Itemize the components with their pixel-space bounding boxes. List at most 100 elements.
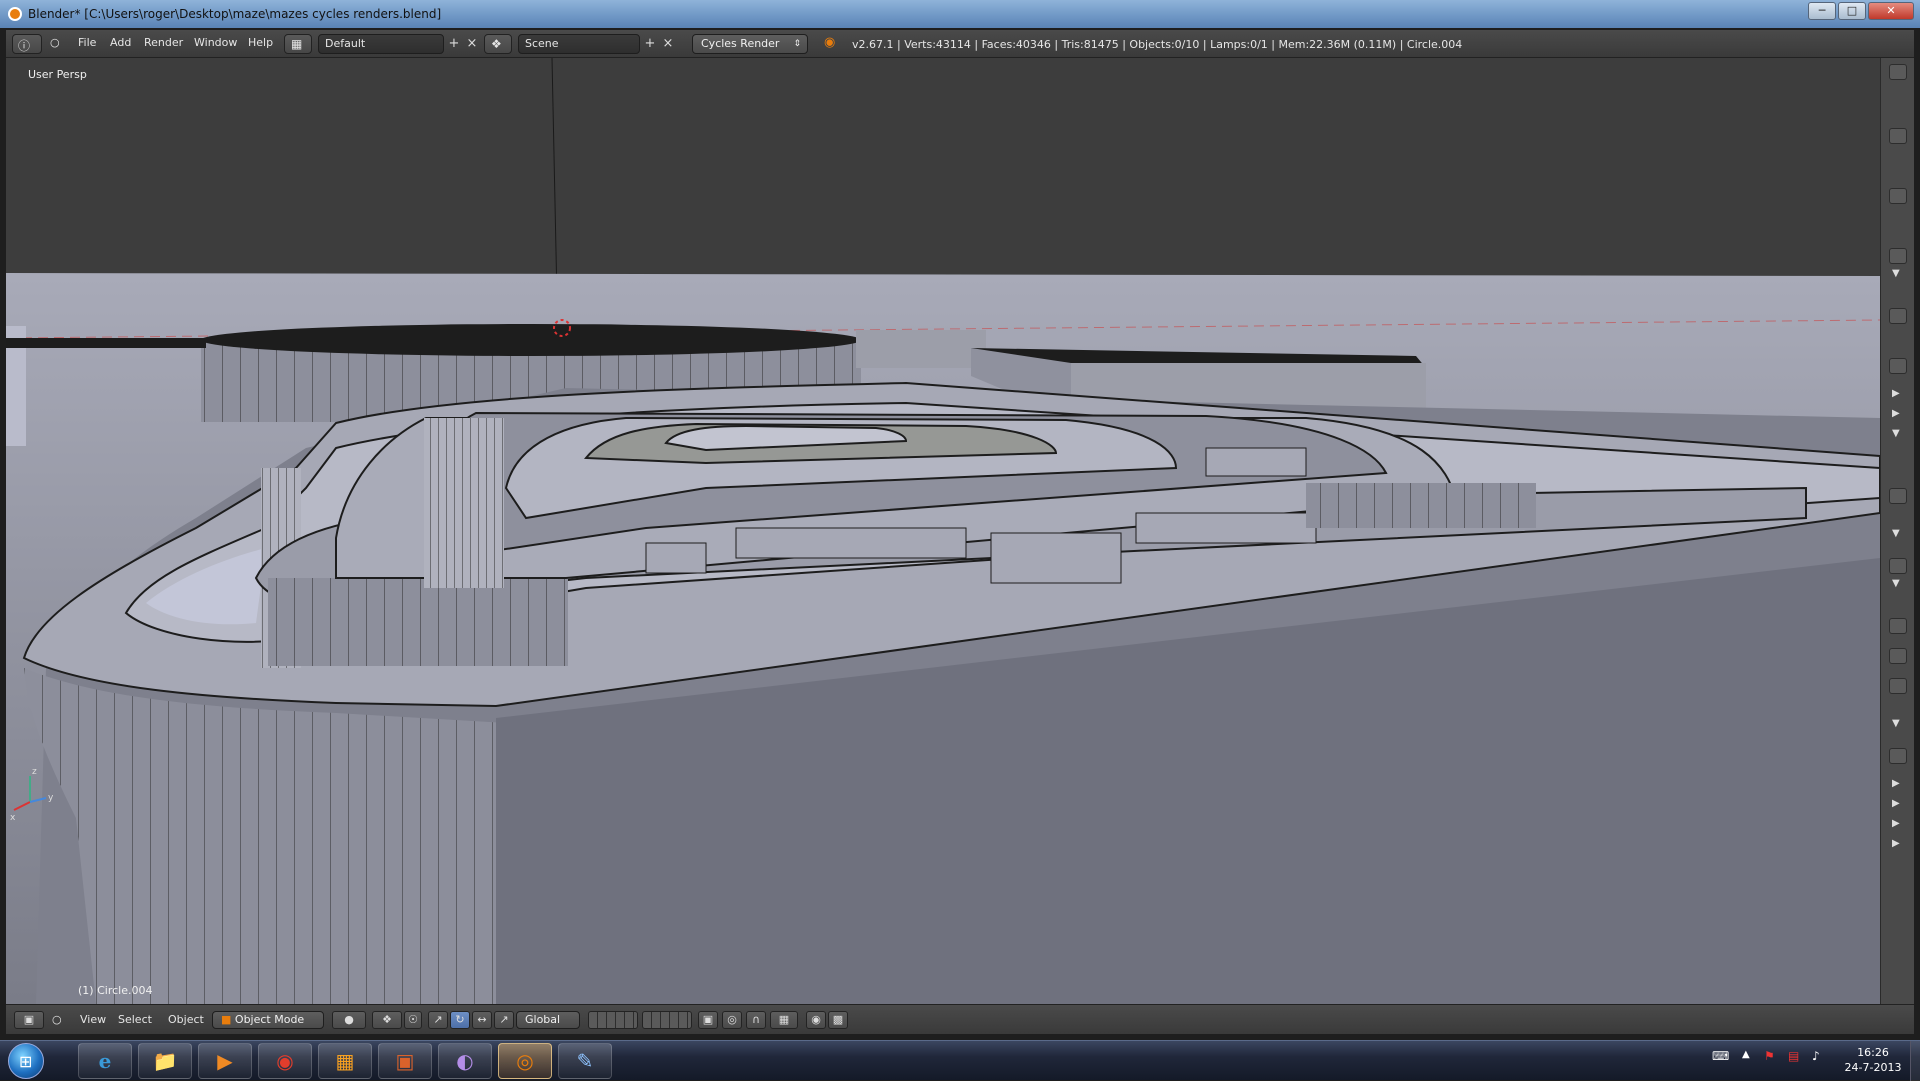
file-explorer-icon[interactable]: 📁 (138, 1043, 192, 1079)
opengl-animation-button[interactable]: ▩ (828, 1011, 848, 1029)
layer-buttons-group-2[interactable] (642, 1011, 692, 1029)
object-mode-icon: ■ (221, 1013, 232, 1026)
editor-type-button[interactable]: ⓘ (12, 34, 42, 54)
modifier-properties-icon[interactable] (1889, 488, 1907, 504)
collapse-menu-icon[interactable]: ○ (50, 36, 60, 49)
scene-properties-icon[interactable] (1889, 248, 1907, 264)
material-properties-icon[interactable] (1889, 558, 1907, 574)
svg-text:z: z (32, 767, 37, 777)
snap-element-icon: ▦ (778, 1013, 790, 1026)
menu-view[interactable]: View (80, 1013, 106, 1026)
interaction-mode-dropdown[interactable]: ■ Object Mode (212, 1011, 324, 1029)
snap-toggle-button[interactable]: ∩ (746, 1011, 766, 1029)
object-properties-icon[interactable] (1889, 308, 1907, 324)
proportional-editing-button[interactable]: ◎ (722, 1011, 742, 1029)
menu-add[interactable]: Add (110, 36, 131, 49)
delete-scene-icon[interactable]: × (660, 35, 676, 53)
maze-ring-3-wall (424, 418, 504, 588)
keyboard-icon[interactable]: ⌨ (1712, 1049, 1729, 1063)
magnet-icon: ∩ (751, 1013, 761, 1026)
volume-icon[interactable]: ♪ (1812, 1049, 1820, 1063)
panel-toggle-icon[interactable] (1889, 64, 1907, 80)
snap-element-button[interactable]: ▦ (770, 1011, 798, 1029)
network-icon[interactable]: ▤ (1788, 1049, 1799, 1063)
manipulator-toggle[interactable]: ☉ (404, 1011, 422, 1029)
inner-block-d (1135, 512, 1317, 544)
screen-layout-field[interactable]: Default (318, 34, 444, 54)
svg-text:x: x (10, 813, 16, 823)
scene-browse-button[interactable]: ❖ (484, 34, 512, 54)
translate-manipulator[interactable]: ↗ (428, 1011, 448, 1029)
close-button[interactable]: ✕ (1868, 2, 1914, 20)
back-block (856, 330, 986, 368)
scale-manipulator[interactable]: ↔ (472, 1011, 492, 1029)
inner-block-e (1306, 483, 1536, 528)
info-header: ⓘ ○ File Add Render Window Help ▦ Defaul… (6, 30, 1914, 58)
add-scene-icon[interactable]: + (642, 35, 658, 53)
menu-help[interactable]: Help (248, 36, 273, 49)
layer-buttons-group-1[interactable] (588, 1011, 638, 1029)
expand-arrow-icon[interactable]: ▼ (1892, 528, 1900, 539)
chrome-icon[interactable]: ◉ (258, 1043, 312, 1079)
menu-window[interactable]: Window (194, 36, 237, 49)
expand-arrow-icon[interactable]: ▶ (1892, 818, 1900, 829)
checkbox-icon[interactable] (1889, 648, 1907, 664)
lock-layers-button[interactable]: ▣ (698, 1011, 718, 1029)
manipulator-icon: ☉ (408, 1013, 418, 1026)
expand-arrow-icon[interactable]: ▶ (1892, 838, 1900, 849)
checkbox-icon[interactable] (1889, 618, 1907, 634)
checkbox-icon[interactable] (1889, 678, 1907, 694)
texture-properties-icon[interactable] (1889, 748, 1907, 764)
expand-arrow-icon[interactable]: ▶ (1892, 798, 1900, 809)
clock-time: 16:26 (1857, 1046, 1889, 1059)
delete-screen-icon[interactable]: × (464, 35, 480, 53)
menu-select[interactable]: Select (118, 1013, 152, 1026)
inner-block-f (1205, 447, 1307, 477)
blender-taskbar-icon[interactable]: ◎ (498, 1043, 552, 1079)
expand-arrow-icon[interactable]: ▼ (1892, 578, 1900, 589)
app-purple-icon[interactable]: ◐ (438, 1043, 492, 1079)
app-orange-icon[interactable]: ▦ (318, 1043, 372, 1079)
show-desktop-button[interactable] (1910, 1041, 1920, 1081)
scene-field[interactable]: Scene (518, 34, 640, 54)
proportional-icon: ◎ (727, 1013, 737, 1026)
menu-file[interactable]: File (78, 36, 96, 49)
render-properties-icon[interactable] (1889, 188, 1907, 204)
system-clock[interactable]: 16:26 24-7-2013 (1838, 1045, 1908, 1075)
opengl-render-button[interactable]: ◉ (806, 1011, 826, 1029)
action-center-flag-icon[interactable]: ⚑ (1764, 1049, 1775, 1063)
snap-arrow-icon: ↗ (499, 1013, 509, 1026)
show-hidden-icons-icon[interactable]: ▲ (1742, 1049, 1750, 1060)
minimize-button[interactable]: ─ (1808, 2, 1836, 20)
screen-layout-browse-button[interactable]: ▦ (284, 34, 312, 54)
expand-arrow-icon[interactable]: ▼ (1892, 718, 1900, 729)
camera-icon: ◉ (811, 1013, 821, 1026)
start-button[interactable]: ⊞ (8, 1043, 44, 1079)
internet-explorer-icon[interactable]: e (78, 1043, 132, 1079)
transform-orientation-dropdown[interactable]: Global (516, 1011, 580, 1029)
3d-viewport[interactable]: z x y User Persp (1) Circle.004 (6, 58, 1880, 1004)
app-toolbox-icon[interactable]: ▣ (378, 1043, 432, 1079)
expand-arrow-icon[interactable]: ▶ (1892, 408, 1900, 419)
expand-arrow-icon[interactable]: ▶ (1892, 778, 1900, 789)
lock-icon: ▣ (702, 1013, 714, 1026)
film-icon: ▩ (832, 1013, 844, 1026)
constraint-properties-icon[interactable] (1889, 358, 1907, 374)
editor-type-button[interactable]: ▣ (14, 1011, 44, 1029)
expand-arrow-icon[interactable]: ▼ (1892, 268, 1900, 279)
media-player-icon[interactable]: ▶ (198, 1043, 252, 1079)
rotate-manipulator[interactable]: ↻ (450, 1011, 470, 1029)
maximize-button[interactable]: □ (1838, 2, 1866, 20)
paint-icon[interactable]: ✎ (558, 1043, 612, 1079)
expand-arrow-icon[interactable]: ▶ (1892, 388, 1900, 399)
render-engine-dropdown[interactable]: Cycles Render ⇕ (692, 34, 808, 54)
menu-render[interactable]: Render (144, 36, 183, 49)
expand-arrow-icon[interactable]: ▼ (1892, 428, 1900, 439)
add-screen-icon[interactable]: + (446, 35, 462, 53)
snap-manipulator[interactable]: ↗ (494, 1011, 514, 1029)
menu-object[interactable]: Object (168, 1013, 204, 1026)
scroll-up-icon[interactable] (1889, 128, 1907, 144)
pivot-point-button[interactable]: ❖ (372, 1011, 402, 1029)
viewport-shading-button[interactable]: ● (332, 1011, 366, 1029)
collapse-menu-icon[interactable]: ○ (52, 1013, 62, 1026)
